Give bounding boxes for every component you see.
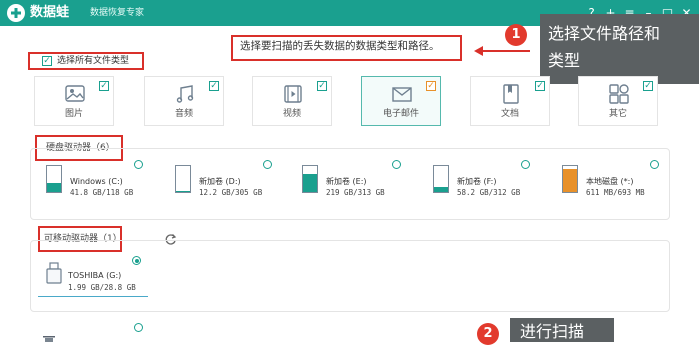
drive-size: 41.8 GB/118 GB: [70, 188, 134, 197]
filetype-image[interactable]: ✓ 图片: [34, 76, 114, 126]
drive-name: 新加卷 (D:): [199, 177, 241, 186]
video-icon: [284, 85, 302, 103]
callout-arrow: [482, 50, 530, 52]
filetype-label: 音频: [174, 109, 193, 119]
drive-size: 1.99 GB/28.8 GB: [68, 283, 136, 292]
drive-icon: [302, 165, 318, 193]
select-all-label[interactable]: 选择所有文件类型: [57, 55, 129, 67]
selected-underline: [38, 296, 148, 297]
drive-name: Windows (C:): [70, 177, 123, 186]
music-icon: [176, 85, 194, 103]
filetype-checkbox[interactable]: ✓: [209, 81, 219, 91]
drive-name: TOSHIBA (G:): [68, 271, 122, 280]
usb-drive-icon: [46, 262, 62, 284]
drive-usage-fill: [434, 187, 448, 192]
filetype-label: 文档: [500, 109, 519, 119]
filetype-checkbox[interactable]: ✓: [643, 81, 653, 91]
drive-icon: [562, 165, 578, 193]
select-all-checkbox[interactable]: ✓: [42, 56, 52, 66]
drive-size: 219 GB/313 GB: [326, 188, 385, 197]
drive-size: 12.2 GB/305 GB: [199, 188, 263, 197]
filetype-checkbox[interactable]: ✓: [99, 81, 109, 91]
filetype-label: 电子邮件: [382, 109, 419, 119]
filetype-document[interactable]: ✓ 文档: [470, 76, 550, 126]
filetype-label: 其它: [608, 109, 627, 119]
drive-size: 611 MB/693 MB: [586, 188, 645, 197]
filetype-other[interactable]: ✓ 其它: [578, 76, 658, 126]
callout-line-1: 选择文件路径和: [548, 24, 661, 43]
drive-radio[interactable]: [134, 160, 143, 169]
drive-radio[interactable]: [521, 160, 530, 169]
image-icon: [65, 85, 85, 102]
instruction-text: 选择要扫描的丢失数据的数据类型和路径。: [240, 40, 440, 52]
recycle-radio[interactable]: [134, 323, 143, 332]
drive-name: 新加卷 (E:): [326, 177, 367, 186]
drive-usage-fill: [563, 169, 577, 192]
drive-radio[interactable]: [392, 160, 401, 169]
filetype-label: 视频: [282, 109, 301, 119]
filetype-label: 图片: [64, 109, 83, 119]
drive-usage-fill: [303, 173, 317, 192]
app-subtitle: 数据恢复专家: [90, 8, 145, 18]
drive-name: 本地磁盘 (*:): [586, 177, 634, 186]
other-icon: [609, 84, 629, 104]
drive-icon: [46, 165, 62, 193]
removable-panel: [30, 240, 670, 312]
drive-usage-fill: [176, 190, 190, 192]
callout-text-1: 选择文件路径和 类型: [548, 20, 698, 74]
drive-size: 58.2 GB/312 GB: [457, 188, 521, 197]
filetype-checkbox[interactable]: ✓: [426, 81, 436, 91]
callout-badge-1: 1: [505, 24, 527, 46]
callout-line-2: 类型: [548, 51, 581, 70]
drive-name: 新加卷 (F:): [457, 177, 497, 186]
drive-usage-fill: [47, 182, 61, 192]
callout-arrow-head: [474, 46, 483, 56]
app-title: 数据蛙: [30, 5, 70, 20]
drive-radio[interactable]: [263, 160, 272, 169]
app-logo-icon: [7, 4, 25, 22]
drive-radio-selected[interactable]: [132, 256, 141, 265]
filetype-video[interactable]: ✓ 视频: [252, 76, 332, 126]
filetype-checkbox[interactable]: ✓: [535, 81, 545, 91]
trash-icon[interactable]: [42, 334, 56, 342]
drive-icon: [175, 165, 191, 193]
callout-text-2: 进行扫描: [520, 322, 585, 341]
email-icon: [392, 87, 412, 102]
document-icon: [503, 84, 519, 104]
drive-icon: [433, 165, 449, 193]
drive-radio[interactable]: [650, 160, 659, 169]
filetype-audio[interactable]: ✓ 音频: [144, 76, 224, 126]
filetype-checkbox[interactable]: ✓: [317, 81, 327, 91]
filetype-email[interactable]: ✓ 电子邮件: [361, 76, 441, 126]
